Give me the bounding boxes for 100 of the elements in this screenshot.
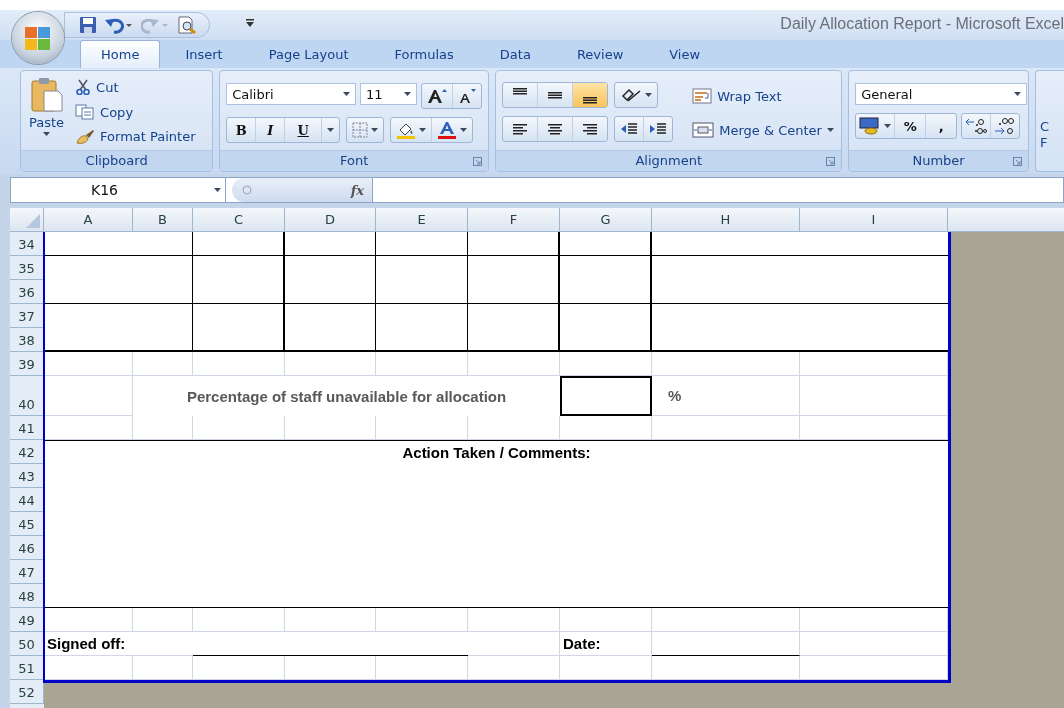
merged-cell[interactable] [45, 304, 193, 352]
text-orientation-icon[interactable] [620, 87, 643, 103]
merged-cell[interactable] [193, 256, 285, 304]
merged-cell[interactable]: Date: [560, 632, 652, 656]
increase-indent-icon[interactable] [649, 121, 668, 137]
window-title: Daily Allocation Report - Microsoft Excel [780, 15, 1064, 33]
dialog-launcher-icon[interactable] [1012, 157, 1022, 166]
insert-function-button[interactable]: fx [350, 182, 364, 198]
copy-icon [75, 104, 96, 120]
fill-color-icon[interactable] [396, 121, 417, 139]
resize-handle-icon[interactable] [242, 185, 252, 195]
merged-cell[interactable] [560, 232, 652, 256]
font-name-field[interactable]: Calibri [226, 83, 357, 105]
ribbon-tab[interactable]: Page Layout [247, 40, 370, 68]
decrease-indent-icon[interactable] [620, 121, 639, 137]
align-bottom-icon [583, 96, 598, 104]
sheet-cell[interactable] [800, 656, 948, 680]
merged-cell[interactable] [285, 256, 376, 304]
merged-cell[interactable] [193, 232, 285, 256]
merged-cell[interactable] [468, 256, 560, 304]
font-size-field[interactable]: 11 [360, 83, 418, 105]
merged-cell[interactable] [45, 232, 193, 256]
caret-icon [371, 128, 379, 132]
cut-button[interactable]: Cut [72, 75, 199, 100]
group-label: Clipboard [21, 150, 213, 171]
save-icon[interactable] [79, 16, 97, 34]
caret-icon [327, 128, 335, 132]
caret-icon [43, 132, 51, 136]
currency-icon[interactable] [859, 117, 882, 135]
align-middle-icon [548, 91, 563, 99]
corner-triangle-icon [26, 214, 40, 228]
caret-icon [404, 92, 412, 96]
merged-cell[interactable] [376, 232, 468, 256]
group-label: Number [849, 150, 1028, 171]
paintbrush-icon [75, 128, 96, 145]
name-box[interactable]: K16 [11, 178, 226, 202]
merged-cell[interactable] [560, 304, 652, 352]
merged-cell[interactable]: Action Taken / Comments: [45, 440, 948, 608]
scissors-icon [75, 79, 92, 96]
paste-button[interactable]: Paste [27, 75, 67, 149]
clipboard-icon [29, 77, 64, 113]
caret-icon [1014, 92, 1022, 96]
caret-icon [645, 93, 653, 97]
vertical-align-button[interactable] [573, 83, 608, 107]
merged-cell[interactable] [560, 256, 652, 304]
ribbon-tab[interactable]: Insert [164, 40, 244, 68]
number-format-field[interactable]: General [855, 83, 1028, 105]
ribbon-tab[interactable]: Formulas [373, 40, 475, 68]
font-color-icon[interactable] [437, 121, 458, 139]
wrap-text-icon [692, 88, 713, 104]
merged-cell[interactable] [45, 256, 193, 304]
merge-cells-icon [692, 122, 715, 138]
merged-cell[interactable] [468, 232, 560, 256]
caret-icon [343, 92, 351, 96]
merged-cell[interactable]: % [652, 376, 800, 416]
merge-center-button[interactable]: Merge & Center [689, 117, 837, 143]
decrease-decimal-icon[interactable] [994, 117, 1017, 135]
align-right-icon [581, 121, 600, 137]
grow-font-icon[interactable] [427, 88, 448, 104]
ribbon-tab[interactable]: Home [80, 40, 161, 68]
caret-icon [419, 128, 427, 132]
copy-button[interactable]: Copy [72, 99, 199, 125]
caret-icon [826, 128, 834, 132]
styles-button-label[interactable]: C F [1039, 119, 1050, 151]
shrink-font-icon[interactable] [458, 88, 477, 104]
dialog-launcher-icon[interactable] [473, 157, 483, 166]
format-painter-button[interactable]: Format Painter [72, 124, 199, 149]
caret-icon [460, 128, 468, 132]
merged-cell[interactable] [285, 232, 376, 256]
sheet-cell[interactable] [468, 656, 560, 680]
align-top-icon [513, 87, 528, 95]
percent-button[interactable]: % [895, 114, 927, 138]
customize-toolbar-icon[interactable] [246, 19, 254, 27]
bold-button[interactable]: B [227, 118, 257, 142]
percentage-label: Percentage of staff unavailable for allocation [186, 387, 507, 405]
merged-cell[interactable] [468, 304, 560, 352]
increase-decimal-icon[interactable] [965, 117, 988, 135]
borders-icon[interactable] [352, 122, 369, 138]
date-label: Date: [563, 635, 601, 652]
comma-button[interactable]: , [926, 114, 957, 138]
merged-cell[interactable] [285, 304, 376, 352]
comments-heading: Action Taken / Comments: [402, 444, 591, 461]
percentage-input-cell[interactable] [560, 376, 652, 416]
merged-cell[interactable] [193, 304, 285, 352]
dialog-launcher-icon[interactable] [826, 157, 836, 166]
merged-cell[interactable] [376, 304, 468, 352]
group-label: Alignment [496, 150, 842, 171]
ribbon-tab[interactable]: Data [478, 40, 552, 68]
merged-cell[interactable] [376, 256, 468, 304]
ribbon-tab[interactable]: Review [555, 40, 645, 68]
italic-button[interactable]: I [256, 118, 286, 142]
dropdown-caret-icon [214, 188, 221, 192]
print-preview-icon[interactable] [177, 16, 197, 34]
align-center-icon [546, 121, 565, 137]
signed-off-label: Signed off: [47, 635, 126, 652]
wrap-text-button[interactable]: Wrap Text [689, 83, 837, 109]
percent-sign: % [668, 387, 682, 404]
ribbon-tab[interactable]: View [648, 40, 722, 68]
undo-icon[interactable] [105, 16, 133, 34]
underline-button[interactable]: U [285, 118, 323, 142]
